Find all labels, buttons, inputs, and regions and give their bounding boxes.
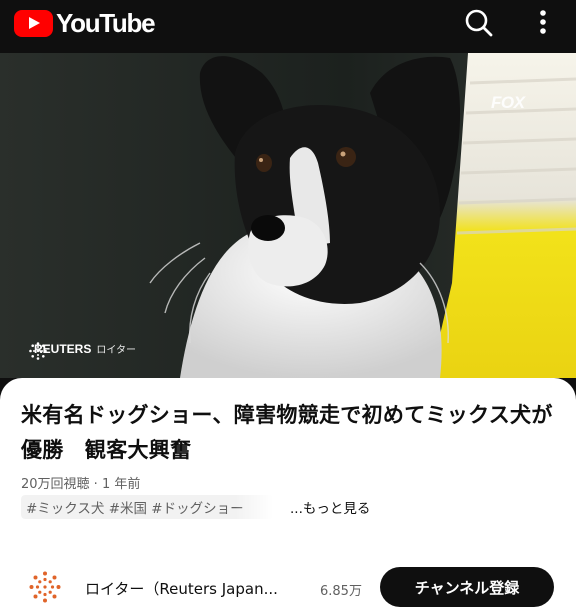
channel-name[interactable]: ロイター（Reuters Japan...: [85, 578, 313, 599]
more-vert-icon: [540, 10, 546, 34]
subscriber-count: 6.85万: [320, 584, 362, 599]
meta-separator: ·: [89, 477, 102, 492]
youtube-play-icon: [14, 9, 53, 37]
fox-watermark: FOX: [491, 93, 525, 112]
reuters-logo-icon[interactable]: [29, 571, 61, 603]
view-count: 20万回視聴: [21, 477, 90, 492]
show-more-link[interactable]: ...もっと見る: [290, 497, 370, 517]
hashtags[interactable]: #ミックス犬 #米国 #ドッグショー: [21, 495, 273, 519]
video-meta: 20万回視聴 · 1 年前: [21, 473, 140, 492]
hashtags-row: #ミックス犬 #米国 #ドッグショー ...もっと見る: [21, 495, 370, 519]
reuters-watermark-icon: [29, 342, 47, 360]
channel-row[interactable]: ロイター（Reuters Japan... 6.85万 チャンネル登録: [0, 560, 576, 608]
search-icon: [465, 9, 493, 37]
reuters-watermark-jp-text: ロイター: [96, 345, 136, 356]
video-info-panel: 米有名ドッグショー、障害物競走で初めてミックス犬が優勝 観客大興奮 20万回視聴…: [0, 378, 576, 608]
video-frame-dog: [0, 53, 576, 378]
logo-text: YouTube: [56, 8, 156, 38]
more-options-button[interactable]: [528, 6, 558, 40]
video-player[interactable]: FOX REUTERS ロイター: [0, 53, 576, 378]
youtube-logo[interactable]: YouTube: [14, 8, 156, 38]
reuters-watermark: REUTERS ロイター: [28, 341, 136, 360]
subscribe-button[interactable]: チャンネル登録: [380, 567, 554, 607]
top-app-bar: YouTube: [0, 0, 576, 46]
search-button[interactable]: [462, 6, 496, 40]
video-title[interactable]: 米有名ドッグショー、障害物競走で初めてミックス犬が優勝 観客大興奮: [21, 398, 561, 468]
upload-age: 1 年前: [101, 477, 141, 492]
